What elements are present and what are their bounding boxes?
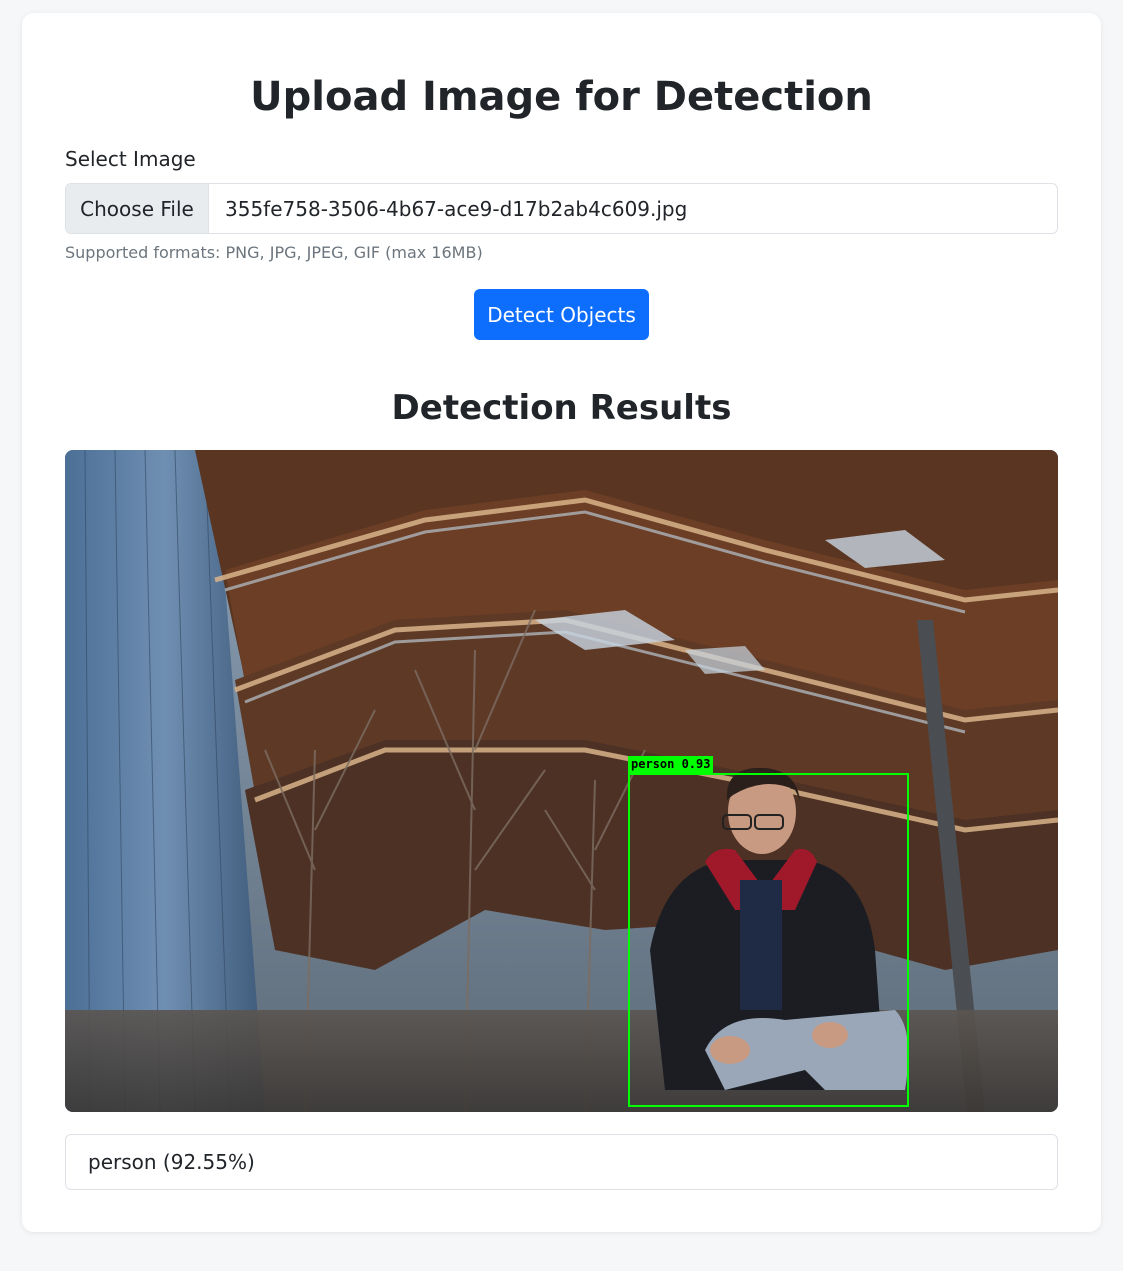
result-photo <box>65 450 1058 1112</box>
page-title: Upload Image for Detection <box>250 74 873 120</box>
detection-card: Upload Image for Detection Select Image … <box>22 13 1101 1232</box>
select-image-label: Select Image <box>65 147 196 171</box>
detection-box-label: person 0.93 <box>628 756 714 773</box>
detection-bounding-box <box>628 773 909 1107</box>
selected-file-name: 355fe758-3506-4b67-ace9-d17b2ab4c609.jpg <box>225 196 688 221</box>
results-title: Detection Results <box>391 388 732 428</box>
choose-file-button[interactable]: Choose File <box>66 184 209 233</box>
supported-formats-help: Supported formats: PNG, JPG, JPEG, GIF (… <box>65 243 483 262</box>
detection-result-image: person 0.93 <box>65 450 1058 1112</box>
file-input[interactable]: Choose File 355fe758-3506-4b67-ace9-d17b… <box>65 183 1058 234</box>
detection-result-list: person (92.55%) <box>65 1134 1058 1190</box>
list-item: person (92.55%) <box>88 1150 255 1174</box>
detect-objects-button[interactable]: Detect Objects <box>474 289 649 340</box>
